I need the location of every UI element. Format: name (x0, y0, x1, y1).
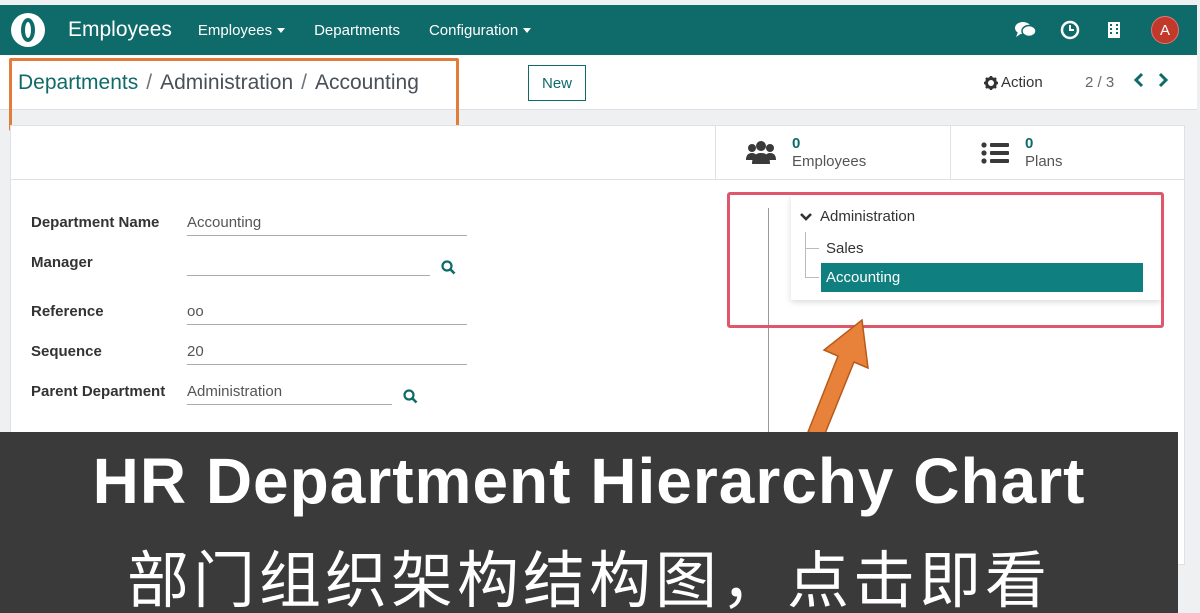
manager-label: Manager (31, 254, 93, 271)
sequence-field[interactable]: 20 (187, 341, 467, 365)
building-icon[interactable] (1103, 19, 1125, 41)
reference-field[interactable]: oo (187, 301, 467, 325)
department-name-field[interactable]: Accounting (187, 212, 467, 236)
search-icon[interactable] (441, 260, 456, 275)
top-navbar: Employees Employees Departments Configur… (0, 5, 1197, 55)
smart-button-box: 0 Employees 0 Plans (11, 126, 1184, 180)
employees-stat-button[interactable]: 0 Employees (715, 126, 950, 180)
department-name-label: Department Name (31, 214, 160, 231)
users-icon (746, 141, 776, 164)
sequence-label: Sequence (31, 343, 102, 360)
list-icon (981, 142, 1009, 164)
plans-count: 0 (1025, 135, 1034, 152)
highlight-box-hierarchy (727, 192, 1164, 328)
highlight-box-breadcrumb (9, 58, 459, 131)
clock-icon[interactable] (1059, 19, 1081, 41)
annotation-arrow (806, 318, 869, 437)
menu-employees[interactable]: Employees (198, 22, 286, 39)
caret-down-icon (523, 27, 532, 33)
action-menu[interactable]: Action (984, 74, 1043, 91)
user-avatar[interactable]: A (1151, 16, 1179, 44)
menu-departments[interactable]: Departments (314, 22, 400, 39)
caption-banner: HR Department Hierarchy Chart 部门组织架构结构图，… (0, 432, 1178, 613)
plans-label: Plans (1025, 153, 1063, 170)
pager-value[interactable]: 2 / 3 (1085, 74, 1114, 91)
employees-count: 0 (792, 135, 801, 152)
chevron-left-icon[interactable] (1133, 72, 1145, 88)
reference-label: Reference (31, 303, 104, 320)
plans-stat-button[interactable]: 0 Plans (950, 126, 1185, 180)
app-name[interactable]: Employees (68, 18, 172, 42)
caret-down-icon (277, 27, 286, 33)
gear-icon (984, 75, 998, 90)
chat-icon[interactable] (1015, 19, 1037, 41)
search-icon[interactable] (403, 389, 418, 404)
new-button[interactable]: New (528, 65, 586, 101)
banner-subtitle: 部门组织架构结构图，点击即看 (126, 547, 1051, 613)
parent-department-field[interactable]: Administration (187, 381, 392, 405)
app-logo-icon[interactable] (11, 13, 45, 47)
banner-title: HR Department Hierarchy Chart (92, 445, 1086, 517)
manager-field[interactable] (187, 252, 430, 276)
chevron-right-icon[interactable] (1157, 72, 1169, 88)
parent-department-label: Parent Department (31, 383, 166, 400)
employees-label: Employees (792, 153, 867, 170)
menu-configuration[interactable]: Configuration (429, 22, 532, 39)
control-panel: Departments / Administration / Accounting Ne… (0, 55, 1197, 131)
